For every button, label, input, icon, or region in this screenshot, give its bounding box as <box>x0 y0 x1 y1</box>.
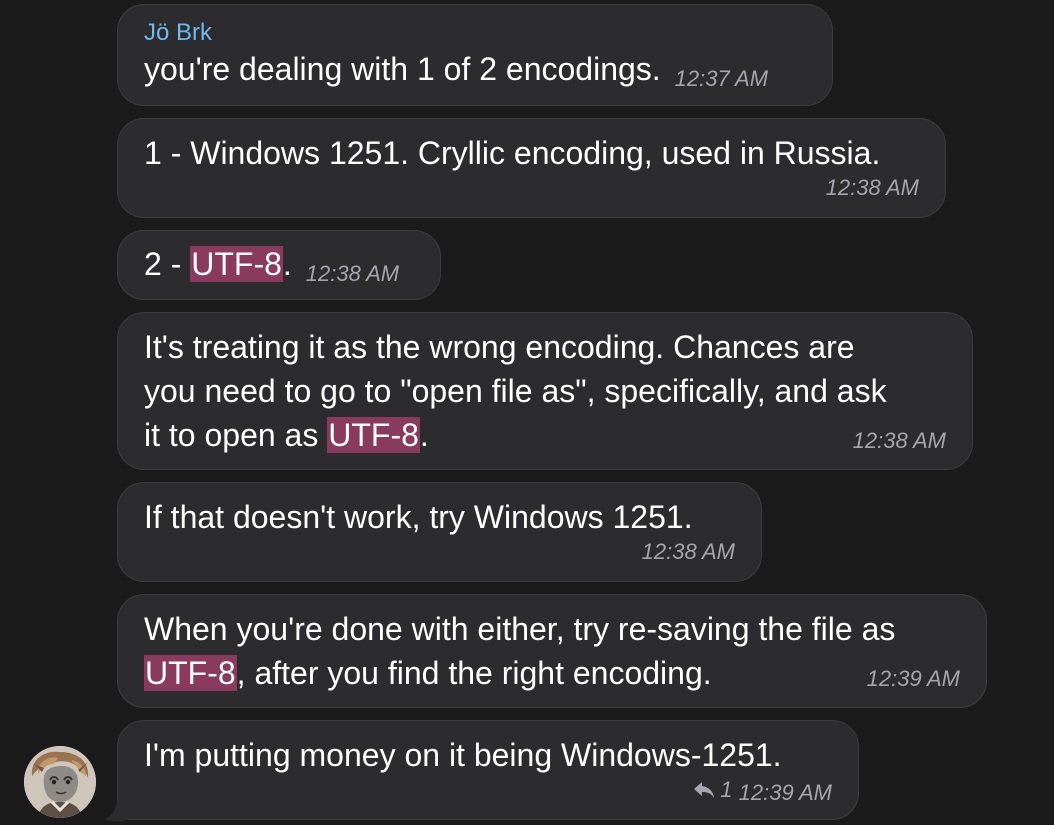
search-highlight: UTF-8 <box>144 655 237 691</box>
user-avatar[interactable] <box>24 746 96 818</box>
message-text: If that doesn't work, try Windows 1251. <box>144 499 693 535</box>
message-line: you need to go to "open file as", specif… <box>144 373 887 409</box>
message-meta: 1 12:39 AM <box>144 777 832 806</box>
reply-arrow-icon <box>694 782 715 798</box>
message-timestamp: 12:37 AM <box>674 66 769 91</box>
message-text-segment: it to open as <box>144 417 328 453</box>
message-text: you're dealing with 1 of 2 encodings. <box>144 51 661 87</box>
message-text: 1 - Windows 1251. Cryllic encoding, used… <box>144 135 881 171</box>
reply-indicator[interactable]: 1 <box>692 777 733 803</box>
message-text-segment: 2 - <box>144 246 191 282</box>
message-text-segment: , after you find the right encoding. <box>236 655 712 691</box>
search-highlight: UTF-8 <box>190 246 283 282</box>
message-bubble[interactable]: 1 - Windows 1251. Cryllic encoding, used… <box>117 118 946 218</box>
message-text: It's treating it as the wrong encoding. … <box>144 325 946 457</box>
message-timestamp: 12:39 AM <box>866 666 960 691</box>
message-text: 2 - UTF-8. <box>144 246 292 282</box>
message-timestamp: 12:39 AM <box>738 780 832 805</box>
search-highlight: UTF-8 <box>327 417 420 453</box>
message-text: I'm putting money on it being Windows-12… <box>144 737 782 773</box>
message-timestamp: 12:38 AM <box>641 539 735 564</box>
message-timestamp: 12:38 AM <box>305 261 400 286</box>
message-bubble[interactable]: 2 - UTF-8. 12:38 AM <box>117 230 441 300</box>
message-line: UTF-8, after you find the right encoding… <box>144 651 960 695</box>
sender-name[interactable]: Jö Brk <box>144 19 806 47</box>
reply-count: 1 <box>720 777 733 802</box>
message-bubble[interactable]: Jö Brk you're dealing with 1 of 2 encodi… <box>117 4 833 106</box>
message-text-segment: . <box>282 246 292 282</box>
message-line: it to open as UTF-8. 12:38 AM <box>144 413 946 457</box>
message-line: When you're done with either, try re-sav… <box>144 611 896 647</box>
bubble-tail <box>104 800 128 822</box>
message-timestamp: 12:38 AM <box>825 175 919 200</box>
message-text-segment: . <box>419 417 429 453</box>
avatar-illustration <box>24 746 96 818</box>
message-bubble[interactable]: I'm putting money on it being Windows-12… <box>117 720 859 820</box>
message-text: When you're done with either, try re-sav… <box>144 607 960 695</box>
message-bubble[interactable]: If that doesn't work, try Windows 1251. … <box>117 482 762 582</box>
message-bubble[interactable]: It's treating it as the wrong encoding. … <box>117 312 973 470</box>
message-bubble[interactable]: When you're done with either, try re-sav… <box>117 594 987 708</box>
message-timestamp: 12:38 AM <box>852 428 946 453</box>
message-line: It's treating it as the wrong encoding. … <box>144 329 855 365</box>
